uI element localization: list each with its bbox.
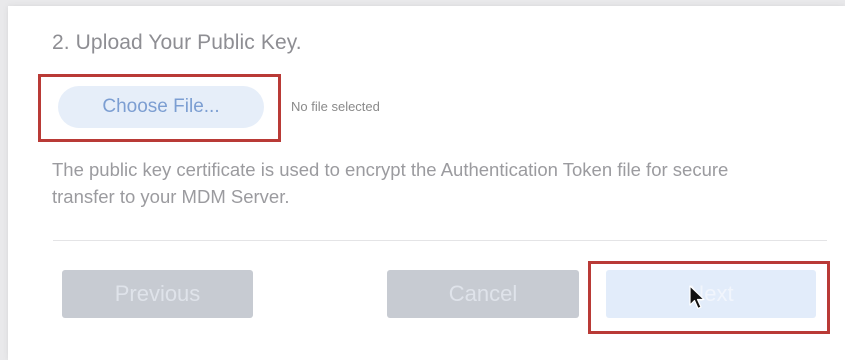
divider <box>53 240 827 241</box>
upload-key-panel: 2. Upload Your Public Key. Choose File..… <box>8 6 845 360</box>
description-text: The public key certificate is used to en… <box>52 159 729 207</box>
step-title: 2. Upload Your Public Key. <box>52 31 302 54</box>
choose-file-highlight-box <box>38 74 281 142</box>
file-status-text: No file selected <box>291 99 380 114</box>
previous-button[interactable]: Previous <box>62 270 253 318</box>
next-highlight-box <box>588 261 830 334</box>
cancel-button[interactable]: Cancel <box>387 270 579 318</box>
